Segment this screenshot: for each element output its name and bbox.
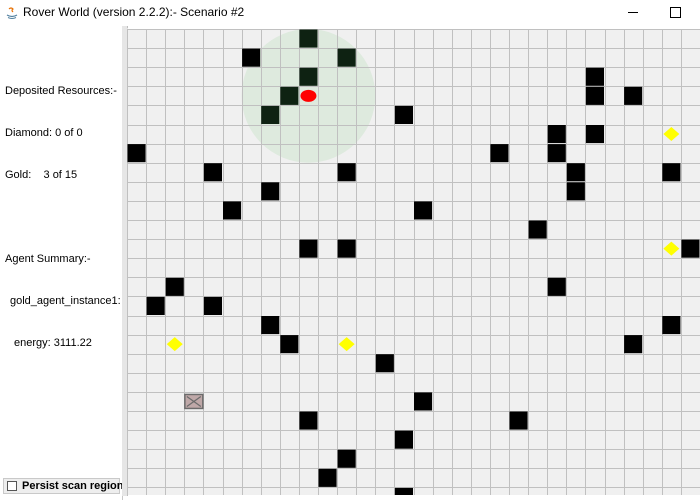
status-info: Deposited Resources:- Diamond: 0 of 0 Go… — [5, 56, 121, 378]
persist-scan-region-checkbox[interactable]: Persist scan region — [3, 478, 124, 494]
obstacle-block — [299, 67, 318, 86]
obstacle-block — [337, 449, 356, 468]
obstacle-block — [566, 163, 585, 182]
agent-energy: energy: 3111.22 — [14, 337, 92, 349]
obstacle-block — [547, 277, 566, 296]
obstacle-block — [223, 201, 242, 220]
title-bar: Rover World (version 2.2.2):- Scenario #… — [0, 0, 700, 26]
obstacle-block — [414, 392, 433, 411]
info-panel: Deposited Resources:- Diamond: 0 of 0 Go… — [0, 26, 123, 500]
obstacle-block — [375, 354, 394, 373]
obstacle-block — [299, 411, 318, 430]
obstacle-block — [547, 125, 566, 144]
obstacle-block — [280, 86, 299, 105]
obstacle-block — [203, 296, 222, 315]
obstacle-block — [337, 163, 356, 182]
obstacle-block — [585, 86, 604, 105]
obstacle-block — [490, 144, 509, 163]
minimize-icon — [628, 12, 638, 13]
obstacle-block — [127, 144, 146, 163]
obstacle-block — [318, 468, 337, 487]
obstacle-block — [299, 29, 318, 48]
obstacle-block — [261, 316, 280, 335]
obstacle-block — [566, 182, 585, 201]
obstacle-block — [585, 125, 604, 144]
window-title: Rover World (version 2.2.2):- Scenario #… — [23, 5, 245, 19]
deposited-resources-heading: Deposited Resources:- — [5, 85, 117, 97]
maximize-button[interactable] — [652, 0, 698, 26]
grid-background — [127, 29, 700, 495]
obstacle-block — [547, 144, 566, 163]
java-icon — [6, 7, 18, 19]
checkbox-box[interactable] — [7, 481, 17, 491]
persist-scan-region-label: Persist scan region — [22, 480, 124, 492]
diamond-count: Diamond: 0 of 0 — [5, 127, 83, 139]
obstacle-block — [261, 182, 280, 201]
obstacle-block — [146, 296, 165, 315]
obstacle-block — [394, 105, 413, 124]
obstacle-block — [509, 411, 528, 430]
obstacle-block — [394, 430, 413, 449]
obstacle-block — [662, 163, 681, 182]
obstacle-block — [624, 335, 643, 354]
world-grid[interactable] — [127, 29, 700, 495]
gold-count: Gold: 3 of 15 — [5, 169, 78, 181]
obstacle-block — [337, 48, 356, 67]
obstacle-block — [299, 239, 318, 258]
obstacle-block — [624, 86, 643, 105]
obstacle-block — [280, 335, 299, 354]
obstacle-block — [203, 163, 222, 182]
obstacle-block — [242, 48, 261, 67]
obstacle-block — [394, 487, 413, 495]
rover-agent-icon — [300, 89, 317, 102]
agent-name: gold_agent_instance1: — [10, 295, 121, 307]
obstacle-block — [585, 67, 604, 86]
obstacle-block — [261, 105, 280, 124]
maximize-icon — [670, 7, 681, 18]
obstacle-block — [662, 316, 681, 335]
obstacle-block — [337, 239, 356, 258]
obstacle-block — [165, 277, 184, 296]
obstacle-block — [414, 201, 433, 220]
minimize-button[interactable] — [610, 0, 656, 26]
obstacle-block — [528, 220, 547, 239]
agent-summary-heading: Agent Summary:- — [5, 253, 91, 265]
obstacle-block — [681, 239, 700, 258]
